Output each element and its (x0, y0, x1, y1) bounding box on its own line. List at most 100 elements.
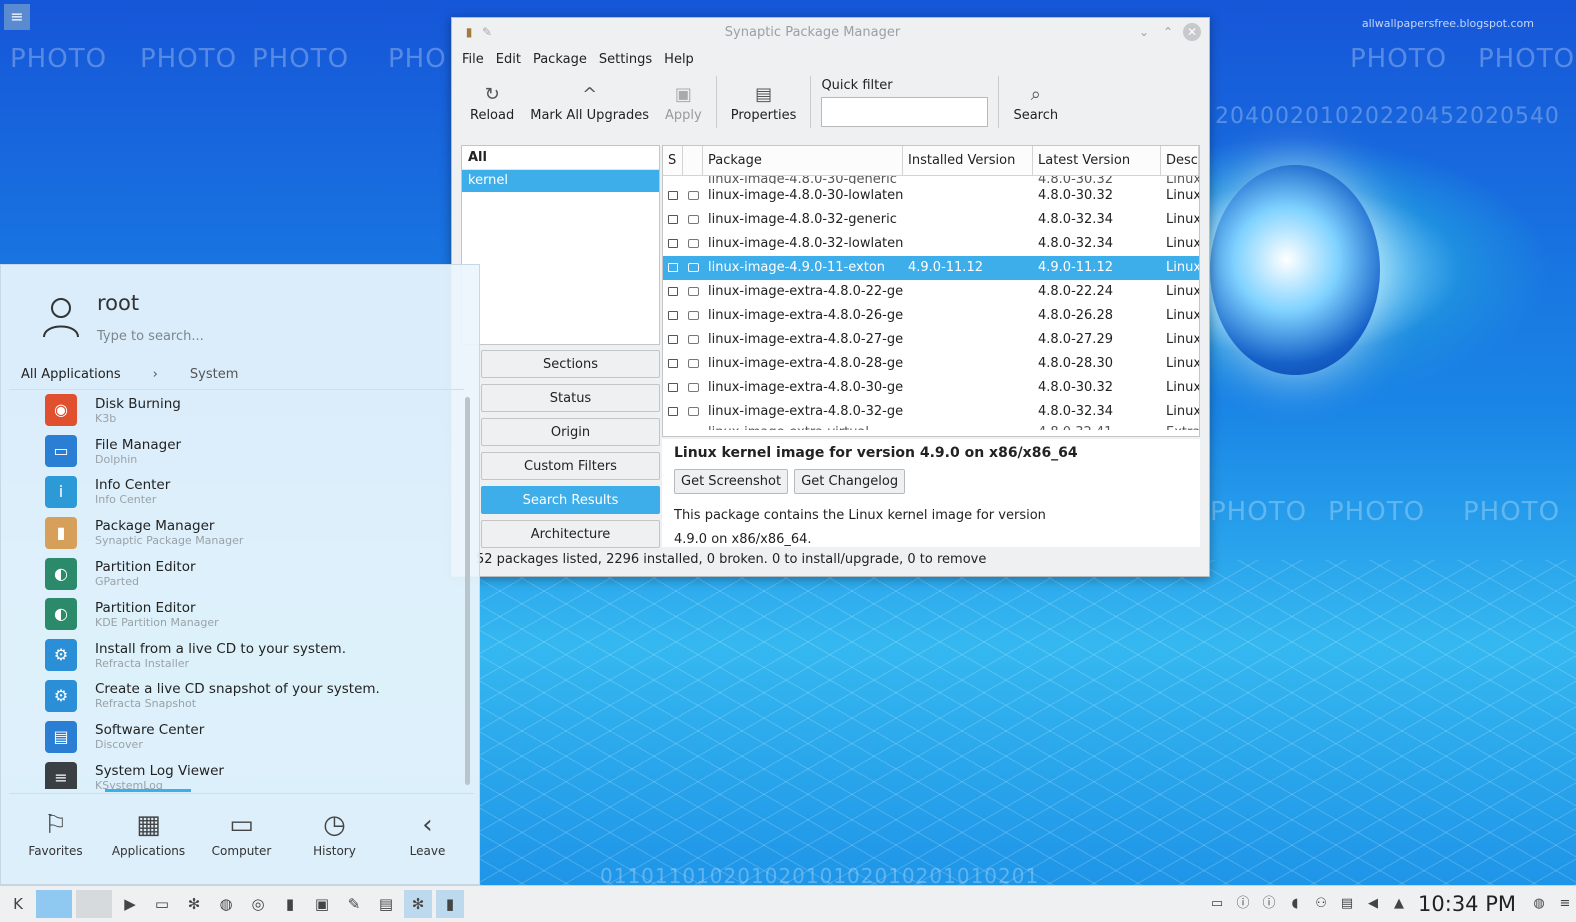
reload-button[interactable]: ↻ Reload (462, 82, 522, 123)
tab-leave[interactable]: ‹ Leave (381, 794, 474, 883)
table-row[interactable]: linux-image-4.8.0-32-generic 4.8.0-32.34 L… (663, 208, 1199, 232)
table-row[interactable]: linux-image-4.9.0-11-exton 4.9.0-11.12 4.9… (663, 256, 1199, 280)
menu-help[interactable]: Help (658, 52, 700, 67)
menu-file[interactable]: File (456, 52, 490, 67)
audio-icon[interactable]: ◀ (1362, 890, 1384, 918)
checkbox-icon[interactable] (668, 239, 678, 248)
custom-filters-button[interactable]: Custom Filters (481, 452, 660, 480)
active-tab-indicator (105, 789, 191, 792)
list-item[interactable]: ▭ File Manager Dolphin (9, 431, 464, 472)
checkbox-icon[interactable] (668, 407, 678, 416)
package-icon[interactable]: ▮ (276, 890, 304, 918)
tab-computer[interactable]: ▭ Computer (195, 794, 288, 883)
minimize-icon[interactable]: ⌄ (1135, 23, 1153, 41)
network-globe-icon[interactable]: ◍ (1528, 890, 1550, 918)
title-bar[interactable]: ▮ ✎ Synaptic Package Manager ⌄ ⌃ ✕ (452, 18, 1209, 46)
list-item[interactable]: ◉ Disk Burning K3b (9, 390, 464, 431)
folder-icon[interactable]: ▭ (148, 890, 176, 918)
filter-item-kernel[interactable]: kernel (462, 170, 659, 192)
checkbox-icon[interactable] (668, 311, 678, 320)
table-row[interactable]: linux-image-extra-virtual 4.8.0.32.41 Ex… (663, 424, 1199, 430)
table-row[interactable]: linux-image-extra-4.8.0-27-gener 4.8.0-27… (663, 328, 1199, 352)
list-item[interactable]: ▮ Package Manager Synaptic Package Manager (9, 512, 464, 553)
search-results-button[interactable]: Search Results (481, 486, 660, 514)
checkbox-icon[interactable] (668, 359, 678, 368)
architecture-button[interactable]: Architecture (481, 520, 660, 548)
desktop-menu-icon[interactable]: ≡ (4, 4, 30, 30)
column-icon[interactable] (683, 146, 703, 175)
checkbox-icon[interactable] (668, 287, 678, 296)
volume-icon[interactable]: ◖ (1284, 890, 1306, 918)
chrome-icon[interactable]: ◎ (244, 890, 272, 918)
maximize-icon[interactable]: ⌃ (1159, 23, 1177, 41)
status-button[interactable]: Status (481, 384, 660, 412)
checkbox-icon[interactable] (668, 383, 678, 392)
tab-history[interactable]: ◷ History (288, 794, 381, 883)
checkbox-icon[interactable] (668, 263, 678, 272)
table-row[interactable]: linux-image-extra-4.8.0-22-gener 4.8.0-22… (663, 280, 1199, 304)
origin-button[interactable]: Origin (481, 418, 660, 446)
firefox-icon[interactable]: ◍ (212, 890, 240, 918)
column-package[interactable]: Package (703, 146, 903, 175)
list-item[interactable]: ≡ System Log Viewer KSystemLog (9, 757, 464, 789)
table-row[interactable]: linux-image-extra-4.8.0-28-gener 4.8.0-28… (663, 352, 1199, 376)
list-item[interactable]: ⚙ Install from a live CD to your system. R… (9, 635, 464, 676)
checkbox-icon[interactable] (668, 335, 678, 344)
list-item[interactable]: ◐ Partition Editor KDE Partition Manager (9, 594, 464, 635)
table-row[interactable]: linux-image-4.8.0-30-lowlatency 4.8.0-30.… (663, 184, 1199, 208)
get-changelog-button[interactable]: Get Changelog (794, 469, 906, 494)
apply-button[interactable]: ▣ Apply (657, 82, 710, 123)
task-kde-icon[interactable]: ✻ (404, 890, 432, 918)
close-icon[interactable]: ✕ (1183, 23, 1201, 41)
search-button[interactable]: ⌕ Search (1005, 82, 1066, 123)
column-latest-version[interactable]: Latest Version (1033, 146, 1161, 175)
menu-package[interactable]: Package (527, 52, 593, 67)
menu-settings[interactable]: Settings (593, 52, 658, 67)
mark-all-upgrades-button[interactable]: ^ Mark All Upgrades (522, 82, 657, 123)
kde-launcher-icon[interactable]: K (4, 890, 32, 918)
table-row[interactable]: linux-image-extra-4.8.0-30-gener 4.8.0-30… (663, 376, 1199, 400)
sections-button[interactable]: Sections (481, 350, 660, 378)
tray-expand-icon[interactable]: ▲ (1388, 890, 1410, 918)
checkbox-icon[interactable] (668, 191, 678, 200)
user-switch-icon[interactable]: ⚇ (1310, 890, 1332, 918)
list-item[interactable]: ⚙ Create a live CD snapshot of your syste… (9, 676, 464, 717)
list-item[interactable]: ▤ Software Center Discover (9, 716, 464, 757)
clock[interactable]: 10:34 PM (1418, 892, 1516, 916)
list-item[interactable]: ◐ Partition Editor GParted (9, 553, 464, 594)
settings-icon[interactable]: ✻ (180, 890, 208, 918)
task-synaptic-icon[interactable]: ▮ (436, 890, 464, 918)
breadcrumb-all-applications[interactable]: All Applications (21, 367, 121, 382)
paint-icon[interactable]: ✎ (340, 890, 368, 918)
menu-edit[interactable]: Edit (490, 52, 527, 67)
table-row[interactable]: linux-image-4.8.0-30-generic 4.8.0-30.32… (663, 176, 1199, 184)
checkbox-icon[interactable] (668, 215, 678, 224)
column-status[interactable]: S (663, 146, 683, 175)
clipboard-manager-icon[interactable]: ▤ (1336, 890, 1358, 918)
filter-list-header[interactable]: All (462, 146, 659, 170)
clipboard-icon[interactable]: ▭ (1206, 890, 1228, 918)
notifications-icon[interactable]: ⓘ (1258, 890, 1280, 918)
list-item[interactable]: i Info Center Info Center (9, 472, 464, 513)
tab-favorites[interactable]: ⚐ Favorites (9, 794, 102, 883)
pin-icon[interactable]: ✎ (478, 25, 496, 39)
desktop-pager-2[interactable] (76, 890, 112, 918)
app-list-scrollbar[interactable] (465, 397, 470, 785)
tab-applications[interactable]: ▦ Applications (102, 794, 195, 883)
info-icon[interactable]: ⓘ (1232, 890, 1254, 918)
get-screenshot-button[interactable]: Get Screenshot (674, 469, 789, 494)
breadcrumb-system[interactable]: System (190, 367, 238, 382)
terminal-icon[interactable]: ▶ (116, 890, 144, 918)
quick-filter-input[interactable] (821, 96, 989, 127)
launcher-search-input[interactable]: Type to search... (97, 329, 204, 344)
table-row[interactable]: linux-image-extra-4.8.0-32-gener 4.8.0-32… (663, 400, 1199, 424)
desktop-pager-1[interactable] (36, 890, 72, 918)
table-row[interactable]: linux-image-extra-4.8.0-26-gener 4.8.0-26… (663, 304, 1199, 328)
table-row[interactable]: linux-image-4.8.0-32-lowlatency 4.8.0-32.… (663, 232, 1199, 256)
panel-menu-icon[interactable]: ≡ (1554, 890, 1576, 918)
column-installed-version[interactable]: Installed Version (903, 146, 1033, 175)
console-icon[interactable]: ▣ (308, 890, 336, 918)
installer-icon[interactable]: ▤ (372, 890, 400, 918)
properties-button[interactable]: ▤ Properties (723, 82, 805, 123)
column-description[interactable]: Descr (1161, 146, 1199, 175)
